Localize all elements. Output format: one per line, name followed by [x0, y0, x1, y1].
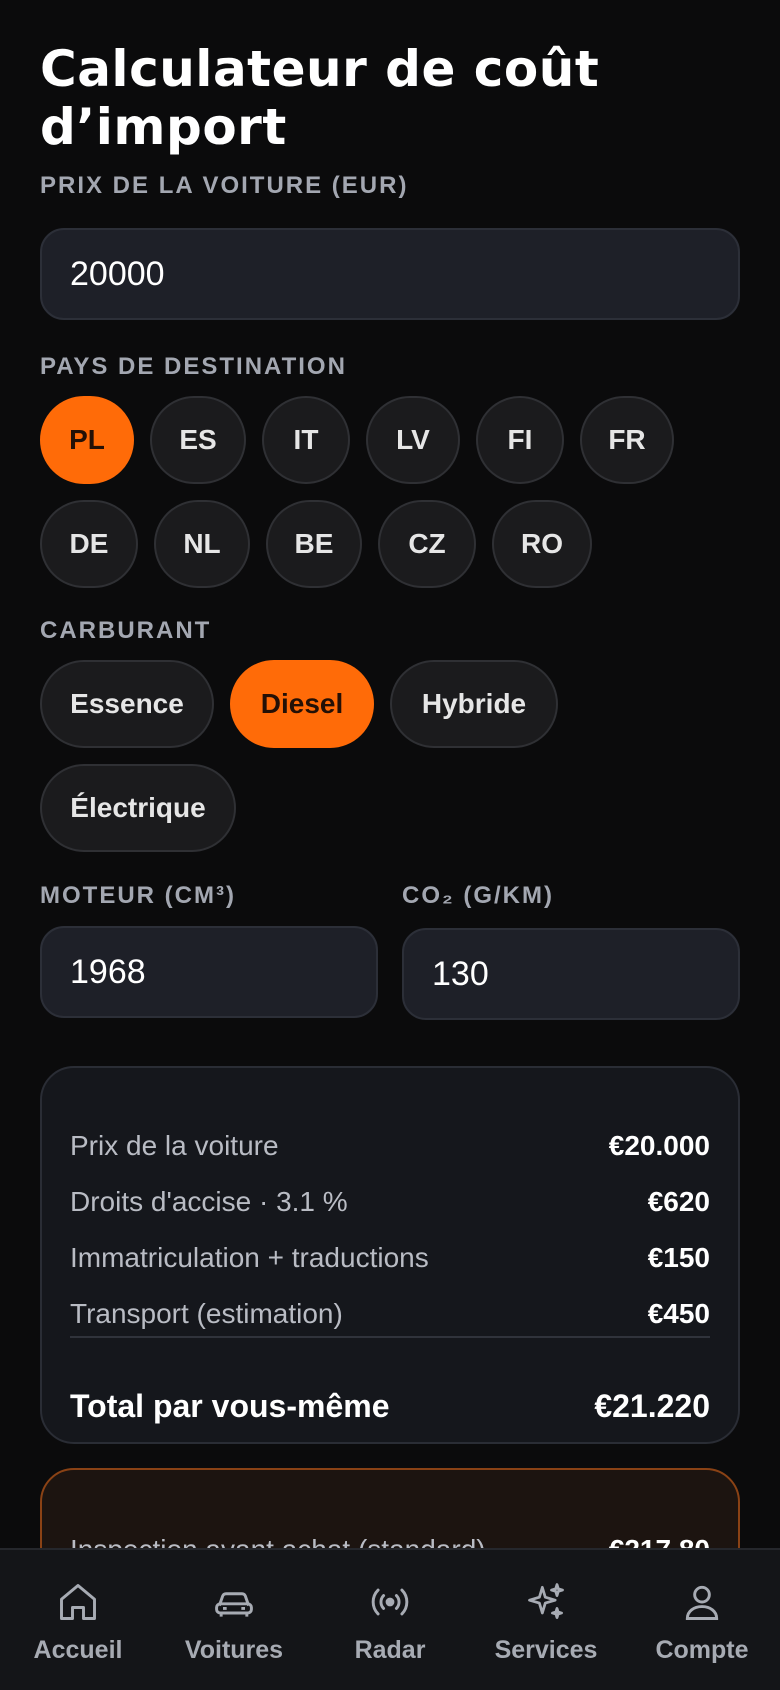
country-chip-de[interactable]: DE: [40, 500, 138, 588]
bottom-nav: Accueil Voitures Radar Services Compte: [0, 1548, 780, 1690]
engine-label: MOTEUR (CM³): [40, 882, 236, 909]
summary-row-label: Immatriculation + traductions: [70, 1242, 429, 1273]
country-chip-fi[interactable]: FI: [476, 396, 564, 484]
summary-row-label: Prix de la voiture: [70, 1130, 279, 1161]
cost-summary-card: Prix de la voiture €20.000 Droits d'acci…: [40, 1066, 740, 1444]
summary-row-value: €620: [647, 1186, 710, 1217]
country-chip-ro[interactable]: RO: [492, 500, 592, 588]
country-chip-fr[interactable]: FR: [580, 396, 674, 484]
country-chip-nl[interactable]: NL: [154, 500, 250, 588]
home-icon: [60, 1584, 96, 1620]
summary-row-value: €150: [647, 1242, 710, 1273]
summary-divider: [70, 1336, 710, 1338]
summary-row: Immatriculation + traductions €150: [70, 1238, 710, 1278]
fuel-label: CARBURANT: [40, 617, 212, 644]
nav-item-voitures[interactable]: Voitures: [156, 1550, 312, 1690]
radar-icon: [371, 1588, 409, 1616]
engine-input[interactable]: 1968: [40, 926, 378, 1018]
total-value: €21.220: [594, 1387, 710, 1424]
country-chip-lv[interactable]: LV: [366, 396, 460, 484]
country-chip-pl[interactable]: PL: [40, 396, 134, 484]
nav-item-services[interactable]: Services: [468, 1550, 624, 1690]
fuel-chip-electrique[interactable]: Électrique: [40, 764, 236, 852]
country-chip-be[interactable]: BE: [266, 500, 362, 588]
country-chip-es[interactable]: ES: [150, 396, 246, 484]
nav-label: Compte: [655, 1636, 749, 1664]
fuel-chip-hybride[interactable]: Hybride: [390, 660, 558, 748]
price-label: PRIX DE LA VOITURE (EUR): [40, 172, 409, 199]
summary-row-label: Droits d'accise · 3.1 %: [70, 1186, 348, 1217]
destination-label: PAYS DE DESTINATION: [40, 353, 347, 380]
nav-item-accueil[interactable]: Accueil: [0, 1550, 156, 1690]
co2-input[interactable]: 130: [402, 928, 740, 1020]
nav-label: Radar: [354, 1636, 426, 1664]
summary-row: Prix de la voiture €20.000: [70, 1126, 710, 1166]
summary-row-value: €450: [647, 1298, 710, 1329]
country-chip-cz[interactable]: CZ: [378, 500, 476, 588]
summary-row: Droits d'accise · 3.1 % €620: [70, 1182, 710, 1222]
summary-total-row: Total par vous-même €21.220: [70, 1386, 710, 1426]
nav-label: Accueil: [33, 1636, 123, 1664]
sparkles-icon: [528, 1583, 564, 1619]
co2-label: CO₂ (G/KM): [402, 882, 554, 909]
nav-label: Services: [494, 1636, 598, 1664]
fuel-chip-essence[interactable]: Essence: [40, 660, 214, 748]
user-icon: [685, 1585, 719, 1620]
page-title: Calculateur de coût d’import: [40, 40, 600, 156]
summary-row: Transport (estimation) €450: [70, 1294, 710, 1334]
nav-item-compte[interactable]: Compte: [624, 1550, 780, 1690]
summary-row-label: Transport (estimation): [70, 1298, 343, 1329]
summary-row-value: €20.000: [608, 1130, 710, 1161]
country-chip-it[interactable]: IT: [262, 396, 350, 484]
car-icon: [215, 1592, 253, 1617]
fuel-chip-diesel[interactable]: Diesel: [230, 660, 374, 748]
nav-label: Voitures: [184, 1636, 284, 1664]
price-input[interactable]: 20000: [40, 228, 740, 320]
nav-item-radar[interactable]: Radar: [312, 1550, 468, 1690]
total-label: Total par vous-même: [70, 1387, 390, 1424]
